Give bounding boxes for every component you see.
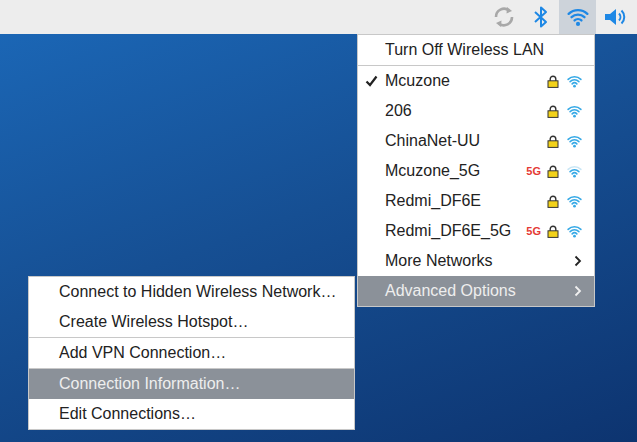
menu-item[interactable]: Advanced Options: [358, 276, 594, 306]
wifi-signal-icon: [567, 134, 582, 149]
screen: Turn Off Wireless LAN Mcuzone 206 ChinaNet-…: [0, 0, 637, 442]
lock-icon: [547, 105, 559, 118]
item-label: Edit Connections…: [59, 405, 342, 423]
advanced-options-submenu: Connect to Hidden Wireless Network… Creat…: [28, 276, 355, 430]
speaker-icon: [602, 5, 628, 29]
network-item[interactable]: 206: [358, 96, 594, 126]
wifi-signal-icon: [567, 224, 582, 239]
item-label: Add VPN Connection…: [59, 344, 342, 362]
bluetooth-icon: [531, 5, 551, 29]
item-label: Redmi_DF6E: [385, 192, 541, 210]
wifi-signal-icon: [567, 74, 582, 89]
item-label: 206: [385, 102, 541, 120]
item-label: Advanced Options: [385, 282, 574, 300]
band-badge: 5G: [526, 225, 541, 237]
sync-button[interactable]: [485, 0, 522, 34]
item-label: ChinaNet-UU: [385, 132, 541, 150]
item-label: Mcuzone_5G: [385, 162, 526, 180]
network-item[interactable]: Redmi_DF6E_5G5G: [358, 216, 594, 246]
check-icon: [365, 75, 378, 87]
wifi-icon: [567, 6, 589, 28]
menu-item[interactable]: Add VPN Connection…: [29, 338, 354, 368]
network-item[interactable]: Mcuzone_5G5G: [358, 156, 594, 186]
menu-item[interactable]: Edit Connections…: [29, 399, 354, 429]
network-item[interactable]: Mcuzone: [358, 66, 594, 96]
wifi-button[interactable]: [559, 0, 596, 34]
menu-group: Mcuzone206ChinaNet-UUMcuzone_5G5GRedmi_D…: [358, 65, 594, 306]
network-menu: Turn Off Wireless LAN Mcuzone 206 ChinaNet-…: [357, 34, 595, 307]
item-label: Create Wireless Hotspot…: [59, 313, 342, 331]
lock-icon: [547, 75, 559, 88]
bluetooth-button[interactable]: [522, 0, 559, 34]
lock-icon: [547, 225, 559, 238]
item-label: Redmi_DF6E_5G: [385, 222, 526, 240]
menu-group: Turn Off Wireless LAN: [358, 35, 594, 65]
wifi-signal-icon: [567, 194, 582, 209]
menu-item[interactable]: Create Wireless Hotspot…: [29, 307, 354, 337]
item-label: Connect to Hidden Wireless Network…: [59, 283, 342, 301]
menu-item[interactable]: Connect to Hidden Wireless Network…: [29, 277, 354, 307]
band-badge: 5G: [526, 165, 541, 177]
item-label: More Networks: [385, 252, 574, 270]
volume-button[interactable]: [596, 0, 633, 34]
sync-icon: [491, 4, 517, 30]
lock-icon: [547, 135, 559, 148]
menu-group: Add VPN Connection…: [29, 337, 354, 368]
menu-group: Connection Information… Edit Connections…: [29, 368, 354, 429]
wifi-signal-icon: [567, 104, 582, 119]
chevron-right-icon: [574, 255, 582, 267]
menu-item[interactable]: Turn Off Wireless LAN: [358, 35, 594, 65]
chevron-right-icon: [574, 285, 582, 297]
lock-icon: [547, 195, 559, 208]
item-label: Mcuzone: [385, 72, 541, 90]
lock-icon: [547, 165, 559, 178]
taskbar: [0, 0, 637, 34]
network-item[interactable]: ChinaNet-UU: [358, 126, 594, 156]
item-label: Connection Information…: [59, 375, 342, 393]
network-item[interactable]: Redmi_DF6E: [358, 186, 594, 216]
item-label: Turn Off Wireless LAN: [385, 41, 582, 59]
menu-group: Connect to Hidden Wireless Network… Creat…: [29, 277, 354, 337]
menu-item[interactable]: Connection Information…: [29, 369, 354, 399]
menu-item[interactable]: More Networks: [358, 246, 594, 276]
wifi-signal-icon: [567, 164, 582, 179]
